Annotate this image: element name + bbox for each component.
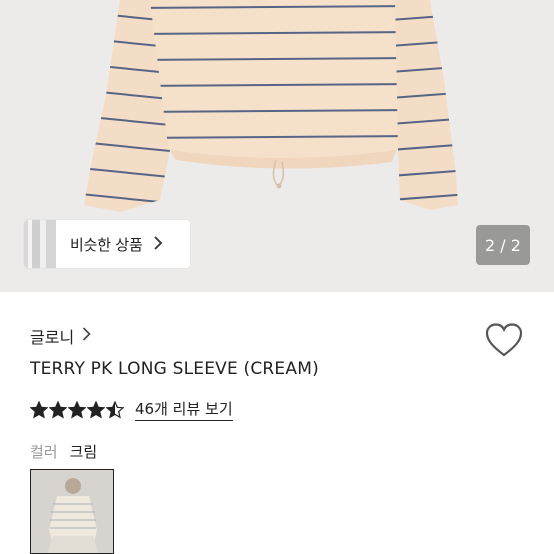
chevron-right-icon: [82, 326, 91, 346]
similar-products-button[interactable]: 비슷한 상품: [24, 220, 190, 268]
brand-link[interactable]: 글로니: [30, 324, 91, 348]
star-icon: [106, 400, 124, 419]
product-image-gallery[interactable]: 비슷한 상품 2 / 2: [0, 0, 554, 292]
product-title: TERRY PK LONG SLEEVE (CREAM): [30, 359, 319, 379]
star-icon: [87, 400, 105, 419]
color-option: 컬러 크림: [30, 441, 97, 462]
heart-outline-icon: [485, 323, 523, 357]
chevron-right-icon: [153, 235, 163, 254]
swatch-model-photo: [31, 470, 113, 553]
color-swatch-cream[interactable]: [30, 469, 114, 554]
wishlist-button[interactable]: [484, 322, 524, 358]
image-page-counter: 2 / 2: [476, 225, 530, 265]
option-label: 컬러: [30, 443, 58, 461]
rating-row: 46개 리뷰 보기: [30, 398, 233, 421]
star-icon: [30, 400, 48, 419]
star-icon: [49, 400, 67, 419]
similar-products-label: 비슷한 상품: [70, 235, 143, 254]
review-link[interactable]: 46개 리뷰 보기: [135, 398, 233, 421]
brand-name: 글로니: [30, 328, 75, 347]
similar-products-thumbnail: [24, 220, 56, 268]
option-value: 크림: [69, 443, 98, 461]
star-rating: [30, 400, 125, 419]
star-icon: [68, 400, 86, 419]
